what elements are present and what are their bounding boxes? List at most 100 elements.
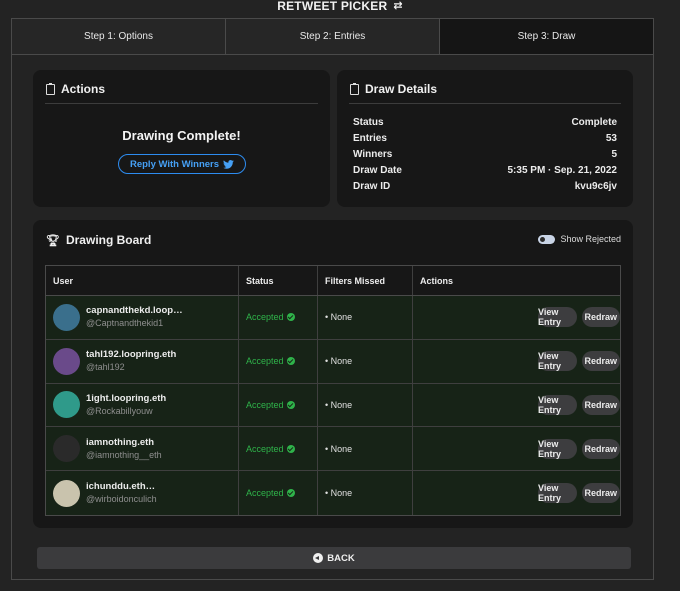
tab-step-3[interactable]: Step 3: Draw [440,19,653,54]
status-badge: Accepted [246,444,295,454]
status-cell: Accepted [239,427,318,471]
reply-with-winners-button[interactable]: Reply With Winners [118,154,246,174]
avatar[interactable] [53,347,80,375]
status-cell: Accepted [239,339,318,383]
user-name[interactable]: 1ight.loopring.eth [86,393,166,405]
user-handle[interactable]: @Rockabillyouw [86,405,166,417]
view-entry-button[interactable]: View Entry [538,307,577,328]
table-row: capnandthekd.loop… @Captnandthekid1 Acce… [46,296,620,340]
user-cell: 1ight.loopring.eth @Rockabillyouw [46,383,239,427]
step-tabs: Step 1: Options Step 2: Entries Step 3: … [12,19,653,55]
status-cell: Accepted [239,383,318,427]
detail-label: Draw Date [353,165,402,176]
details-heading-text: Draw Details [365,82,438,96]
actions-cell: View Entry Redraw [413,340,620,383]
tab-step-1[interactable]: Step 1: Options [12,19,226,54]
user-name[interactable]: ichunddu.eth… [86,481,157,493]
detail-value: kvu9c6jv [574,181,617,192]
detail-value: Complete [571,117,617,128]
user-handle[interactable]: @iamnothing__eth [86,449,162,461]
drawing-board-card: 🏆︎ Drawing Board Show Rejected User Stat… [33,220,633,528]
user-name[interactable]: tahl192.loopring.eth [86,349,176,361]
back-button-label: BACK [327,552,355,564]
status-text: Accepted [246,356,284,367]
detail-value: 53 [605,133,617,144]
user-handle[interactable]: @tahl192 [86,361,176,373]
avatar[interactable] [53,303,80,331]
user-text: 1ight.loopring.eth @Rockabillyouw [86,393,166,417]
detail-value: 5:35 PM · Sep. 21, 2022 [507,165,617,176]
user-name[interactable]: iamnothing.eth [86,437,162,449]
twitter-bird-icon [223,159,234,169]
status-cell: Accepted [239,296,318,339]
board-heading-text: Drawing Board [65,233,152,247]
redraw-button[interactable]: Redraw [581,351,620,372]
detail-label: Entries [353,133,387,144]
actions-cell: View Entry Redraw [413,471,620,515]
redraw-button[interactable]: Redraw [581,438,620,459]
col-user: User [46,266,239,295]
view-entry-button[interactable]: View Entry [538,483,577,504]
filters-cell: • None [318,427,413,471]
detail-winners: Winners 5 [353,149,617,160]
board-heading: 🏆︎ Drawing Board [46,233,151,247]
table-row: tahl192.loopring.eth @tahl192 Accepted •… [46,339,620,384]
clipboard-list-icon [350,82,359,95]
arrow-left-circle-icon [313,553,324,563]
table-header: User Status Filters Missed Actions [46,266,620,296]
redraw-button[interactable]: Redraw [581,307,620,328]
status-text: Accepted [246,312,284,323]
user-text: iamnothing.eth @iamnothing__eth [86,437,162,461]
user-handle[interactable]: @Captnandthekid1 [86,317,183,329]
user-text: capnandthekd.loop… @Captnandthekid1 [86,305,183,329]
detail-label: Status [353,117,384,128]
check-circle-icon [286,400,295,409]
status-badge: Accepted [246,400,295,410]
status-text: Accepted [246,488,284,499]
back-button[interactable]: BACK [37,547,631,569]
view-entry-button[interactable]: View Entry [538,351,577,372]
user-name[interactable]: capnandthekd.loop… [86,305,183,317]
redraw-button[interactable]: Redraw [581,483,620,504]
detail-label: Winners [353,149,393,160]
reply-button-label: Reply With Winners [129,158,220,170]
retweet-icon: ⇄ [393,0,403,12]
detail-value: 5 [611,149,617,160]
detail-draw-date: Draw Date 5:35 PM · Sep. 21, 2022 [353,165,617,176]
table-row: iamnothing.eth @iamnothing__eth Accepted… [46,427,620,472]
detail-label: Draw ID [353,181,391,192]
app-title: RETWEET PICKER ⇄ [0,0,680,14]
actions-cell: View Entry Redraw [413,427,620,470]
tab-step-2[interactable]: Step 2: Entries [226,19,440,54]
actions-cell: View Entry Redraw [413,384,620,427]
detail-entries: Entries 53 [353,133,617,144]
avatar[interactable] [53,435,80,463]
drawing-complete-message: Drawing Complete! [122,128,241,143]
check-circle-icon [286,444,295,453]
actions-cell: View Entry Redraw [413,296,620,339]
filters-cell: • None [318,296,413,339]
show-rejected-toggle[interactable] [538,235,555,244]
user-cell: ichunddu.eth… @wirboidonculich [46,471,239,515]
filters-cell: • None [318,339,413,383]
check-circle-icon [286,357,295,366]
divider [349,103,621,104]
user-text: ichunddu.eth… @wirboidonculich [86,481,157,505]
avatar[interactable] [53,479,80,507]
user-text: tahl192.loopring.eth @tahl192 [86,349,176,373]
user-handle[interactable]: @wirboidonculich [86,493,157,505]
redraw-button[interactable]: Redraw [581,394,620,415]
view-entry-button[interactable]: View Entry [538,394,577,415]
winners-table: User Status Filters Missed Actions capna… [45,265,621,516]
table-row: 1ight.loopring.eth @Rockabillyouw Accept… [46,383,620,428]
status-badge: Accepted [246,356,295,366]
view-entry-button[interactable]: View Entry [538,438,577,459]
detail-status: Status Complete [353,117,617,128]
detail-draw-id: Draw ID kvu9c6jv [353,181,617,192]
clipboard-check-icon [46,82,55,95]
avatar[interactable] [53,391,80,419]
actions-card: Actions Drawing Complete! Reply With Win… [33,70,330,207]
wizard-frame: Step 1: Options Step 2: Entries Step 3: … [11,18,654,580]
actions-heading-text: Actions [61,82,106,96]
status-text: Accepted [246,399,284,410]
